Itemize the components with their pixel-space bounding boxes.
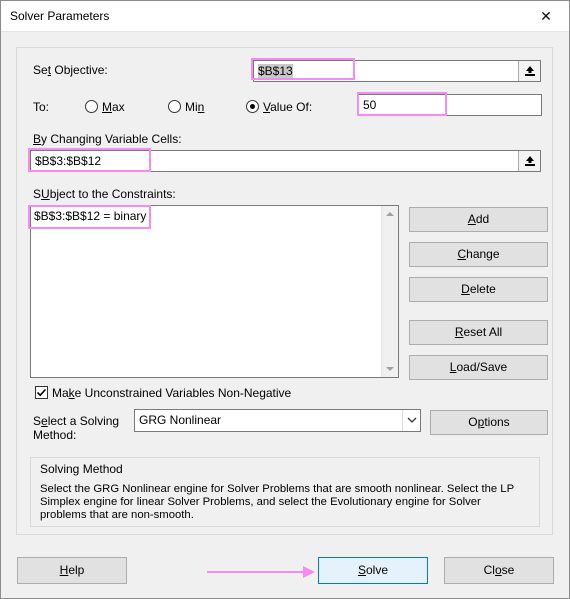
solving-method-value: GRG Nonlinear <box>139 413 222 427</box>
solving-method-label: Select a Solving Method: <box>33 414 120 442</box>
collapse-dialog-icon <box>524 66 535 76</box>
solve-button[interactable]: Solve <box>318 557 428 584</box>
changing-cells-label: By Changing Variable Cells: <box>33 132 182 146</box>
value-of-radio[interactable] <box>246 100 259 113</box>
check-icon <box>36 388 47 397</box>
scroll-down-icon[interactable] <box>386 367 394 371</box>
set-objective-label: Set Objective: <box>33 63 108 77</box>
objective-highlight <box>251 58 355 80</box>
min-label: Min <box>185 100 205 114</box>
solving-method-description: Select the GRG Nonlinear engine for Solv… <box>40 483 540 522</box>
dialog-title: Solver Parameters <box>10 9 110 23</box>
constraint-highlight <box>28 205 151 229</box>
non-negative-label: Make Unconstrained Variables Non-Negativ… <box>52 386 292 400</box>
changing-cells-highlight <box>28 148 151 172</box>
objective-ref-button[interactable] <box>518 61 540 81</box>
load-save-button[interactable]: Load/Save <box>409 355 548 380</box>
constraints-list[interactable]: $B$3:$B$12 = binary <box>30 205 399 378</box>
add-button[interactable]: Add <box>409 207 548 232</box>
solving-method-select[interactable]: GRG Nonlinear <box>134 409 421 432</box>
change-button[interactable]: Change <box>409 242 548 267</box>
changing-cells-ref-button[interactable] <box>518 151 540 171</box>
close-button[interactable]: Close <box>444 557 554 584</box>
min-radio[interactable] <box>168 100 181 113</box>
solving-method-title: Solving Method <box>40 462 123 476</box>
close-icon[interactable]: ✕ <box>523 1 569 32</box>
constraints-label: SUbject to the Constraints: <box>33 187 176 201</box>
title-bar: Solver Parameters ✕ <box>1 1 569 32</box>
help-button[interactable]: Help <box>17 557 127 584</box>
options-button[interactable]: Options <box>430 410 548 435</box>
scroll-up-icon[interactable] <box>386 212 394 216</box>
to-label: To: <box>33 100 50 114</box>
max-label: Max <box>102 100 125 114</box>
description-line: problems that are non-smooth. <box>40 509 194 521</box>
delete-button[interactable]: Delete <box>409 277 548 302</box>
description-line: Select the GRG Nonlinear engine for Solv… <box>40 483 515 495</box>
solver-dialog: Solver Parameters ✕ Set Objective: $B$13… <box>0 0 570 599</box>
constraints-scrollbar[interactable] <box>381 206 398 377</box>
value-of-label: Value Of: <box>263 100 313 114</box>
description-line: Simplex engine for linear Solver Problem… <box>40 496 481 508</box>
max-radio[interactable] <box>85 100 98 113</box>
dropdown-button[interactable] <box>402 410 420 431</box>
collapse-dialog-icon <box>524 156 535 166</box>
reset-all-button[interactable]: Reset All <box>409 320 548 345</box>
pointer-arrow <box>207 566 315 578</box>
value-of-highlight <box>357 92 447 116</box>
non-negative-checkbox[interactable] <box>35 386 48 399</box>
chevron-down-icon <box>407 417 417 423</box>
